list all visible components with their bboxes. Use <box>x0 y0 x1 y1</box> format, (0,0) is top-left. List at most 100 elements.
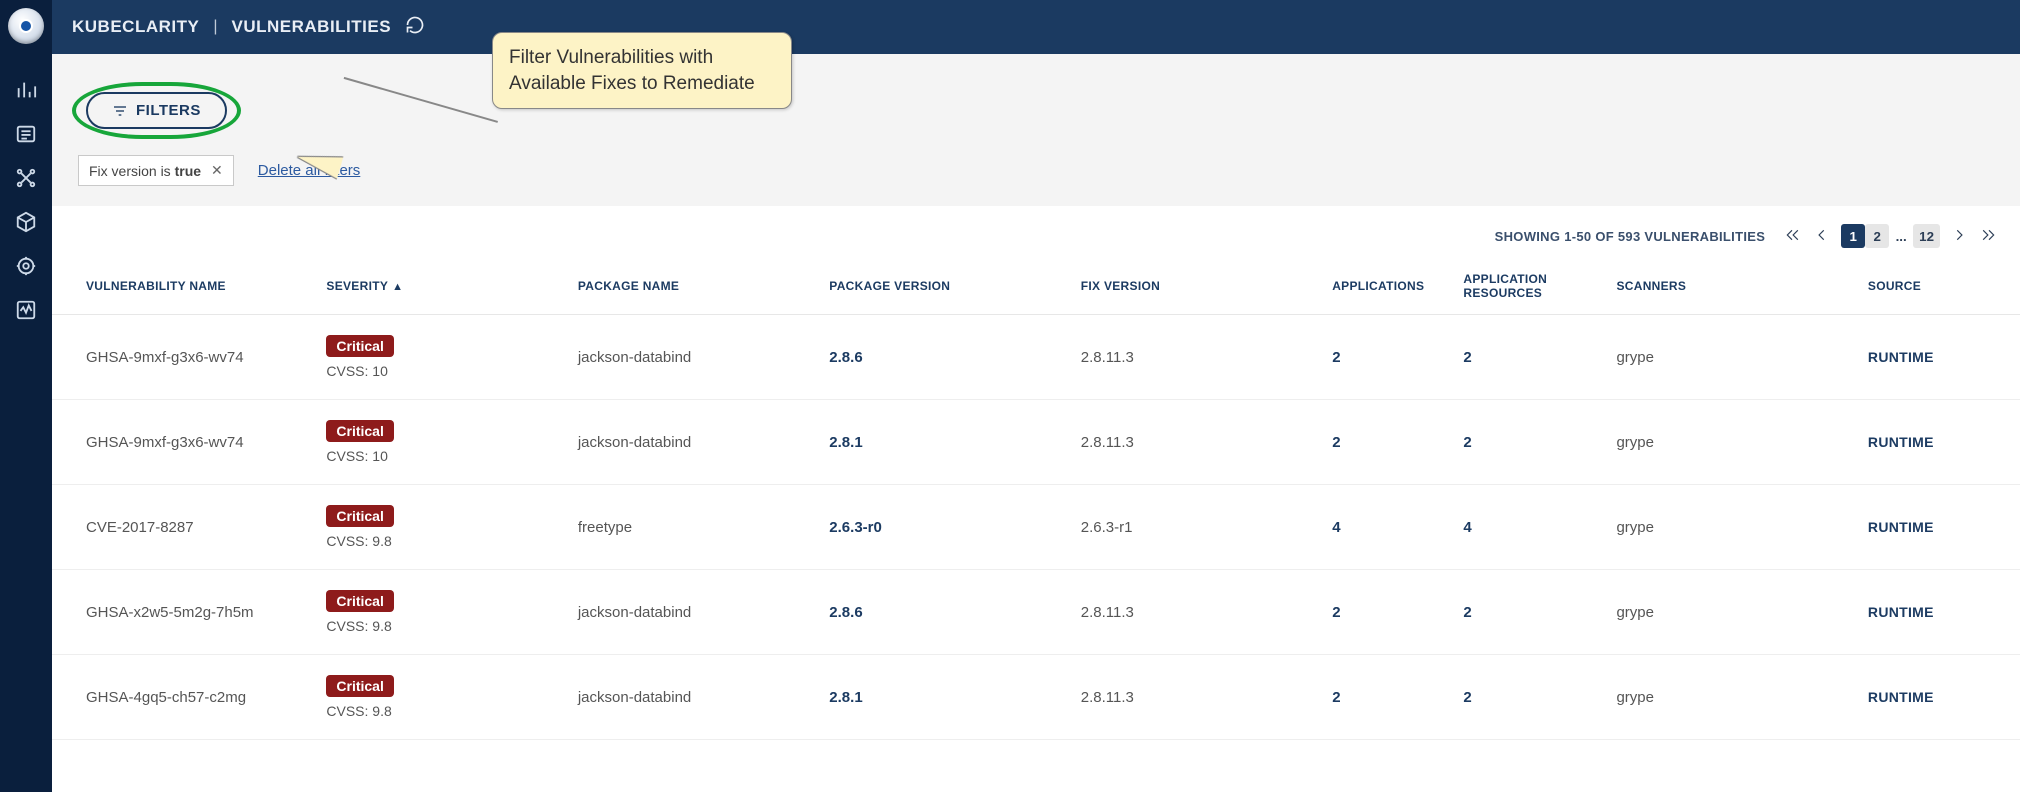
cell-vuln-name: GHSA-9mxf-g3x6-wv74 <box>52 400 314 485</box>
cell-package-name: jackson-databind <box>566 315 817 400</box>
cell-package-version: 2.8.6 <box>817 570 1068 655</box>
cell-severity: Critical CVSS: 9.8 <box>314 485 565 570</box>
table-panel: SHOWING 1-50 OF 593 VULNERABILITIES 12..… <box>52 206 2020 792</box>
filter-chip[interactable]: Fix version is true ✕ <box>78 155 234 186</box>
table-row[interactable]: GHSA-9mxf-g3x6-wv74CriticalCVSS: 10jacks… <box>52 400 2020 485</box>
col-source[interactable]: SOURCE <box>1856 258 2020 315</box>
controls-bar: FILTERS Filter Vulnerabilities with Avai… <box>52 54 2020 149</box>
col-applications[interactable]: APPLICATIONS <box>1320 258 1451 315</box>
table-row[interactable]: CVE-2017-8287 Critical CVSS: 9.8 freetype2.… <box>52 485 2020 570</box>
app-logo <box>8 8 44 44</box>
cell-fix-version: 2.8.11.3 <box>1069 570 1320 655</box>
table-row[interactable]: GHSA-x2w5-5m2g-7h5mCriticalCVSS: 9.8jack… <box>52 570 2020 655</box>
filter-chip-label: Fix version is <box>89 163 175 179</box>
sort-asc-icon: ▲ <box>392 281 403 293</box>
table-row[interactable]: GHSA-4gq5-ch57-c2mg Critical CVSS: 9.8 jack… <box>52 655 2020 740</box>
nav-network-icon[interactable] <box>0 156 52 200</box>
severity-badge: Critical <box>326 335 393 357</box>
cell-source: RUNTIME <box>1856 400 2020 485</box>
col-scanners[interactable]: SCANNERS <box>1604 258 1855 315</box>
cell-applications[interactable]: 2 <box>1320 570 1451 655</box>
app-name: KUBECLARITY <box>72 17 199 37</box>
severity-badge: Critical <box>326 505 393 527</box>
cell-applications[interactable]: 4 <box>1320 485 1451 570</box>
page-button[interactable]: 1 <box>1841 224 1865 248</box>
nav-dashboard-icon[interactable] <box>0 68 52 112</box>
cell-source: RUNTIME <box>1856 485 2020 570</box>
nav-target-icon[interactable] <box>0 244 52 288</box>
cell-package-version: 2.6.3-r0 <box>817 485 1068 570</box>
col-app-resources[interactable]: APPLICATION RESOURCES <box>1451 258 1604 315</box>
filter-icon <box>112 103 128 119</box>
col-severity[interactable]: SEVERITY▲ <box>314 258 565 315</box>
nav-package-icon[interactable] <box>0 200 52 244</box>
cell-scanners: grype <box>1604 655 1855 740</box>
page-button: ... <box>1889 224 1913 248</box>
col-package-name[interactable]: PACKAGE NAME <box>566 258 817 315</box>
cell-applications[interactable]: 2 <box>1320 315 1451 400</box>
cell-scanners: grype <box>1604 570 1855 655</box>
page-button[interactable]: 12 <box>1913 224 1940 248</box>
cell-applications[interactable]: 2 <box>1320 400 1451 485</box>
cell-app-resources[interactable]: 2 <box>1451 315 1604 400</box>
filters-button[interactable]: FILTERS <box>86 92 227 129</box>
cell-app-resources[interactable]: 4 <box>1451 485 1604 570</box>
page-header: KUBECLARITY | VULNERABILITIES <box>52 0 2020 54</box>
col-vuln-name[interactable]: VULNERABILITY NAME <box>52 258 314 315</box>
cell-severity: Critical CVSS: 10 <box>314 315 565 400</box>
cell-vuln-name: GHSA-4gq5-ch57-c2mg <box>52 655 314 740</box>
main: KUBECLARITY | VULNERABILITIES FILTERS Fi… <box>52 0 2020 792</box>
page-button[interactable]: 2 <box>1865 224 1889 248</box>
sidebar <box>0 0 52 792</box>
severity-badge: Critical <box>326 675 393 697</box>
cell-package-name: freetype <box>566 485 817 570</box>
cell-package-name: jackson-databind <box>566 655 817 740</box>
col-package-version[interactable]: PACKAGE VERSION <box>817 258 1068 315</box>
cell-source: RUNTIME <box>1856 655 2020 740</box>
cell-scanners: grype <box>1604 315 1855 400</box>
refresh-button[interactable] <box>405 15 425 40</box>
cell-applications[interactable]: 2 <box>1320 655 1451 740</box>
cell-source: RUNTIME <box>1856 570 2020 655</box>
cvss-score: CVSS: 10 <box>326 363 553 379</box>
page-first-icon[interactable] <box>1781 228 1803 245</box>
cell-package-version: 2.8.1 <box>817 655 1068 740</box>
nav-list-icon[interactable] <box>0 112 52 156</box>
cell-vuln-name: CVE-2017-8287 <box>52 485 314 570</box>
cell-package-version: 2.8.6 <box>817 315 1068 400</box>
pagination: SHOWING 1-50 OF 593 VULNERABILITIES 12..… <box>52 206 2020 258</box>
page-next-icon[interactable] <box>1948 228 1970 245</box>
cell-package-name: jackson-databind <box>566 570 817 655</box>
cell-app-resources[interactable]: 2 <box>1451 655 1604 740</box>
cell-vuln-name: GHSA-x2w5-5m2g-7h5m <box>52 570 314 655</box>
cell-package-version: 2.8.1 <box>817 400 1068 485</box>
page-title: VULNERABILITIES <box>232 17 392 37</box>
header-divider: | <box>213 18 217 36</box>
table-row[interactable]: GHSA-9mxf-g3x6-wv74CriticalCVSS: 10jacks… <box>52 315 2020 400</box>
cell-fix-version: 2.8.11.3 <box>1069 655 1320 740</box>
filters-button-label: FILTERS <box>136 102 201 119</box>
cell-severity: CriticalCVSS: 10 <box>314 400 565 485</box>
page-prev-icon[interactable] <box>1811 228 1833 245</box>
nav-activity-icon[interactable] <box>0 288 52 332</box>
cell-scanners: grype <box>1604 400 1855 485</box>
active-filters-row: Fix version is true ✕ Delete all filters <box>52 149 2020 206</box>
pagination-summary: SHOWING 1-50 OF 593 VULNERABILITIES <box>1495 229 1766 244</box>
cell-app-resources[interactable]: 2 <box>1451 400 1604 485</box>
cell-package-name: jackson-databind <box>566 400 817 485</box>
callout-tooltip: Filter Vulnerabilities with Available Fi… <box>492 32 792 109</box>
cvss-score: CVSS: 9.8 <box>326 533 553 549</box>
cell-app-resources[interactable]: 2 <box>1451 570 1604 655</box>
filters-highlight: FILTERS <box>72 82 241 139</box>
filter-chip-close-icon[interactable]: ✕ <box>211 162 223 179</box>
col-fix-version[interactable]: FIX VERSION <box>1069 258 1320 315</box>
cell-fix-version: 2.8.11.3 <box>1069 315 1320 400</box>
cell-severity: Critical CVSS: 9.8 <box>314 655 565 740</box>
cell-scanners: grype <box>1604 485 1855 570</box>
cell-source: RUNTIME <box>1856 315 2020 400</box>
cell-severity: CriticalCVSS: 9.8 <box>314 570 565 655</box>
cvss-score: CVSS: 9.8 <box>326 703 553 719</box>
cvss-score: CVSS: 10 <box>326 448 553 464</box>
page-last-icon[interactable] <box>1978 228 2000 245</box>
filter-chip-value: true <box>175 163 201 179</box>
